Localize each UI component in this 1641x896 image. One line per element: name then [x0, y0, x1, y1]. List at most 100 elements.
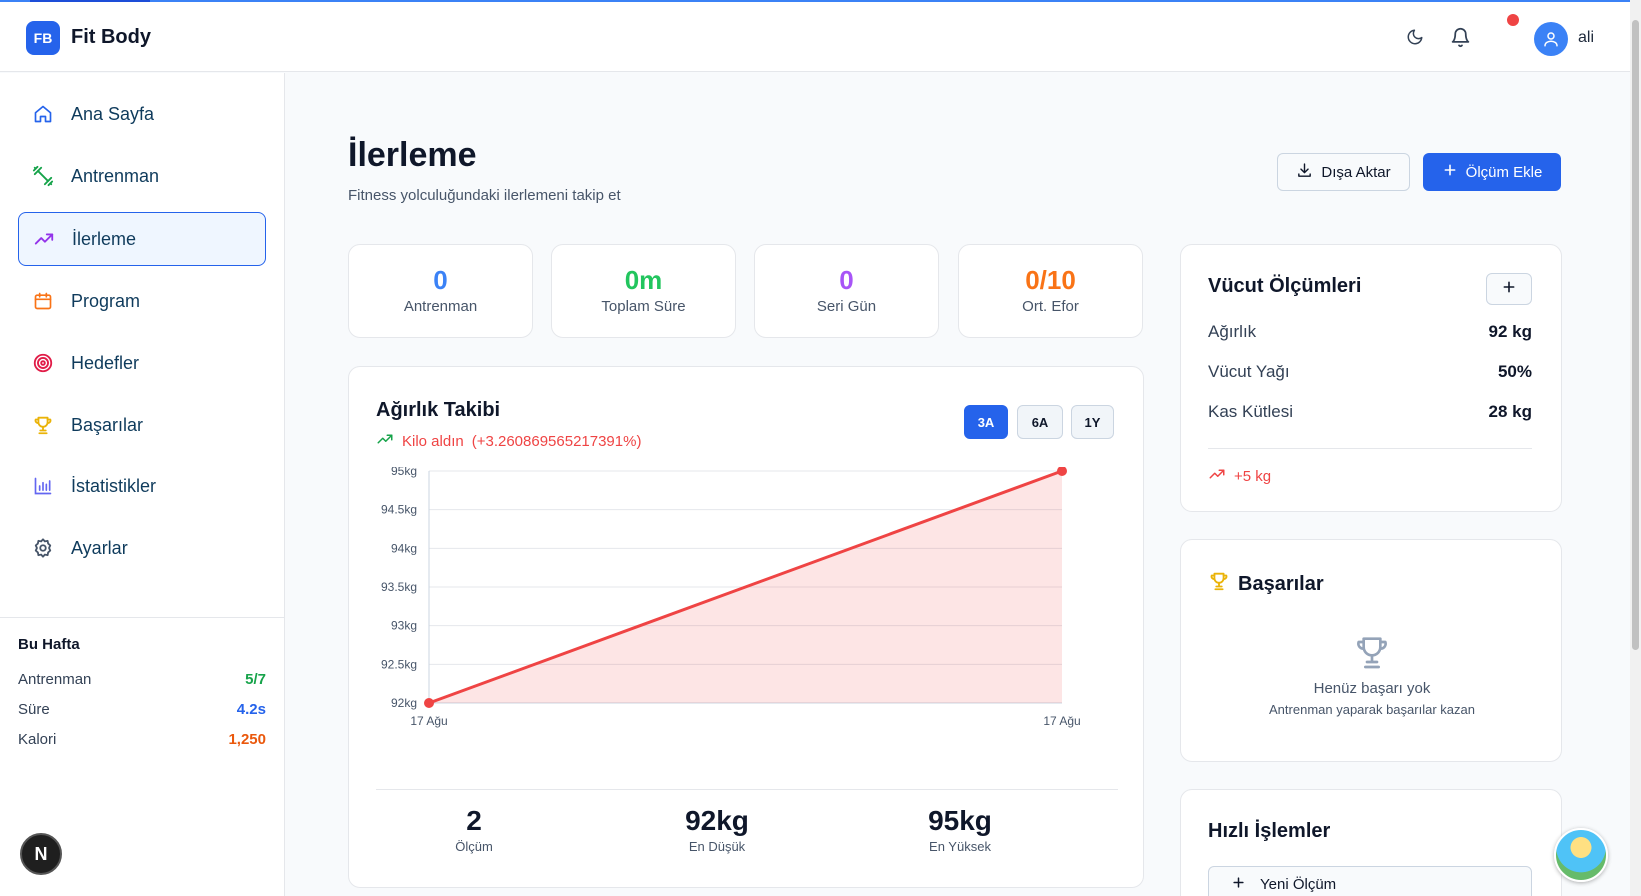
summary-label: Ölçüm — [455, 839, 493, 854]
x-tick-label: 17 Ağu — [410, 714, 447, 728]
y-tick-label: 94.5kg — [381, 503, 417, 517]
dumbbell-icon — [31, 164, 55, 188]
week-row-value: 1,250 — [228, 731, 266, 748]
trophy-icon — [1208, 570, 1230, 598]
moon-icon[interactable] — [1402, 24, 1428, 50]
week-row-label: Antrenman — [18, 671, 92, 688]
weight-change-value: +5 kg — [1234, 467, 1272, 485]
stat-value: 0 — [433, 265, 448, 295]
sidebar-item-istatistikler[interactable]: İstatistikler — [18, 459, 266, 513]
measurement-row-body-fat: Vücut Yağı 50% — [1208, 362, 1532, 382]
app-name[interactable]: Fit Body — [71, 26, 151, 49]
page-scrollbar[interactable] — [1630, 0, 1641, 896]
target-icon — [31, 351, 55, 375]
stat-card-antrenman: 0 Antrenman — [348, 244, 533, 338]
plus-icon — [1442, 162, 1458, 182]
summary-value: 92kg — [685, 805, 749, 836]
weight-change: +5 kg — [1208, 465, 1271, 487]
sidebar-item-basarilar[interactable]: Başarılar — [18, 398, 266, 452]
add-measurement-button[interactable]: Ölçüm Ekle — [1423, 153, 1561, 191]
sidebar-item-label: İstatistikler — [71, 475, 157, 496]
week-row-kalori: Kalori 1,250 — [18, 731, 266, 748]
app-logo[interactable]: FB — [26, 21, 60, 55]
home-icon — [31, 102, 55, 126]
measurement-row-weight: Ağırlık 92 kg — [1208, 322, 1532, 342]
download-icon — [1296, 162, 1313, 183]
new-measurement-button[interactable]: Yeni Ölçüm — [1208, 866, 1532, 896]
measurement-label: Vücut Yağı — [1208, 362, 1290, 381]
data-point — [424, 698, 434, 708]
summary-value: 95kg — [928, 805, 992, 836]
summary-label: En Yüksek — [929, 839, 991, 854]
trending-up-icon — [32, 227, 56, 251]
quick-actions-card: Hızlı İşlemler Yeni Ölçüm — [1180, 789, 1562, 896]
stat-value: 0 — [839, 265, 854, 295]
next-dev-indicator-button[interactable]: N — [20, 833, 62, 875]
sidebar-item-program[interactable]: Program — [18, 274, 266, 328]
body-card-divider — [1208, 448, 1532, 449]
summary-value: 2 — [466, 805, 482, 836]
weight-trend-label: Kilo aldın — [402, 432, 464, 450]
beach-avatar-widget[interactable] — [1554, 828, 1608, 882]
sidebar-item-label: Ana Sayfa — [71, 103, 155, 124]
summary-label: En Düşük — [688, 839, 746, 854]
measurement-value: 28 kg — [1488, 402, 1532, 421]
stat-card-ort-efor: 0/10 Ort. Efor — [958, 244, 1143, 338]
achievements-empty-subtitle: Antrenman yaparak başarılar kazan — [1269, 702, 1475, 717]
scrollbar-thumb[interactable] — [1632, 20, 1639, 650]
measurement-value: 50% — [1497, 362, 1532, 381]
range-button-3a[interactable]: 3A — [964, 405, 1008, 439]
sidebar-item-hedefler[interactable]: Hedefler — [18, 336, 266, 390]
quick-actions-title: Hızlı İşlemler — [1208, 820, 1331, 842]
page-title: İlerleme — [348, 136, 477, 174]
sidebar-item-label: Antrenman — [71, 165, 160, 186]
weight-tracking-card: Ağırlık Takibi Kilo aldın (+3.2608695652… — [348, 366, 1144, 888]
achievements-header: Başarılar — [1208, 570, 1324, 598]
calendar-icon — [31, 289, 55, 313]
x-tick-label: 17 Ağu — [1043, 714, 1080, 728]
measurement-label: Kas Kütlesi — [1208, 402, 1294, 421]
stat-label: Antrenman — [403, 298, 478, 315]
avatar[interactable] — [1534, 22, 1568, 56]
bell-icon[interactable] — [1447, 24, 1473, 50]
y-tick-label: 92.5kg — [381, 657, 417, 671]
sidebar-item-label: Ayarlar — [71, 537, 128, 558]
y-tick-label: 94kg — [391, 541, 417, 555]
notification-dot — [1507, 14, 1519, 26]
sidebar-item-ana-sayfa[interactable]: Ana Sayfa — [18, 87, 266, 141]
week-row-sure: Süre 4.2s — [18, 701, 266, 718]
trending-up-icon — [376, 430, 394, 452]
bar-chart-icon — [31, 474, 55, 498]
achievements-title: Başarılar — [1238, 572, 1324, 595]
add-body-measurement-button[interactable] — [1486, 273, 1532, 305]
week-row-label: Kalori — [18, 731, 57, 748]
add-measurement-label: Ölçüm Ekle — [1465, 163, 1543, 181]
username[interactable]: ali — [1578, 29, 1594, 47]
stat-label: Seri Gün — [816, 298, 877, 315]
weight-trend-value: (+3.260869565217391%) — [471, 432, 642, 450]
body-card-title: Vücut Ölçümleri — [1208, 275, 1362, 297]
export-button-label: Dışa Aktar — [1321, 163, 1391, 181]
range-button-1y[interactable]: 1Y — [1071, 405, 1114, 439]
week-row-value: 5/7 — [245, 671, 266, 688]
range-button-6a[interactable]: 6A — [1017, 405, 1063, 439]
trophy-icon — [31, 413, 55, 437]
chart-summary-divider — [376, 789, 1118, 790]
sidebar-item-antrenman[interactable]: Antrenman — [18, 149, 266, 203]
sidebar: Ana Sayfa Antrenman İlerleme Program Hed… — [0, 73, 285, 896]
summary-max: 95kg En Yüksek — [880, 805, 1040, 854]
summary-count: 2 Ölçüm — [394, 805, 554, 854]
weight-trend: Kilo aldın (+3.260869565217391%) — [376, 430, 641, 452]
top-header: FB Fit Body ali — [0, 2, 1630, 72]
sidebar-item-ayarlar[interactable]: Ayarlar — [18, 521, 266, 575]
settings-icon — [31, 536, 55, 560]
stat-label: Ort. Efor — [1022, 298, 1079, 315]
stat-card-toplam-sure: 0m Toplam Süre — [551, 244, 736, 338]
sidebar-item-ilerleme[interactable]: İlerleme — [18, 212, 266, 266]
page-subtitle: Fitness yolculuğundaki ilerlemeni takip … — [348, 187, 621, 204]
export-button[interactable]: Dışa Aktar — [1277, 153, 1410, 191]
sidebar-item-label: Hedefler — [71, 352, 140, 373]
week-row-value: 4.2s — [236, 701, 266, 718]
plus-icon — [1501, 279, 1517, 300]
sidebar-divider — [0, 617, 285, 618]
